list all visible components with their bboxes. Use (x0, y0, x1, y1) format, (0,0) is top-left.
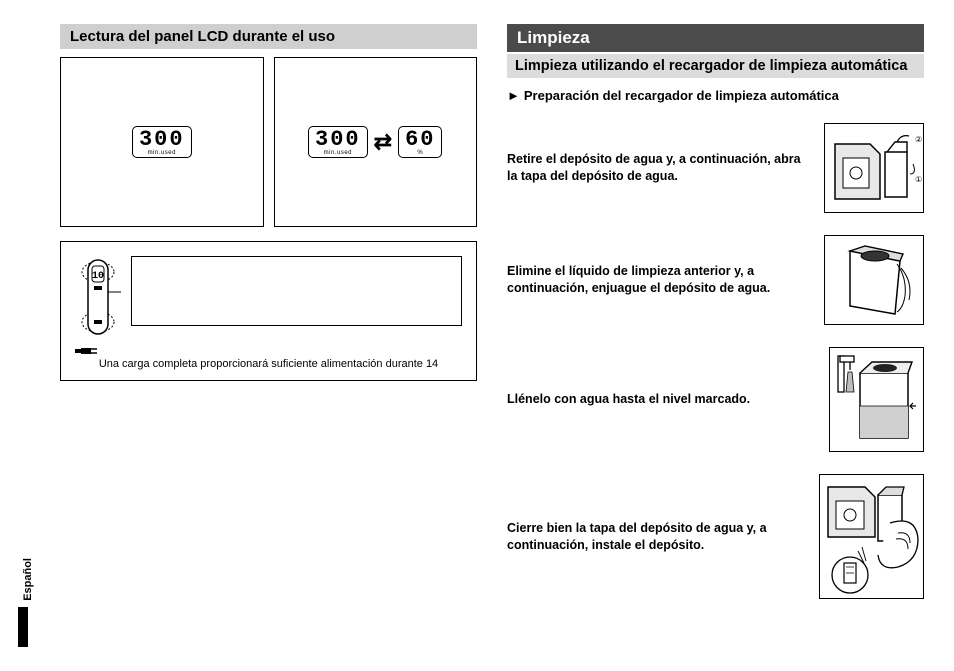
charge-caption: Una carga completa proporcionará suficie… (75, 358, 462, 370)
prep-text: Preparación del recargador de limpieza a… (524, 88, 839, 103)
prep-line: ► Preparación del recargador de limpieza … (507, 88, 924, 103)
lcd-display: 300 min.used (308, 126, 368, 158)
step-illustration-1: ② ① (824, 123, 924, 213)
step-illustration-4 (819, 474, 924, 599)
lcd-display: 60 % (398, 126, 442, 158)
shaver-icon: 10 (75, 256, 121, 340)
shaver-battery-value: 10 (92, 271, 104, 282)
step-row: Llénelo con agua hasta el nivel marcado. (507, 347, 924, 452)
lcd-panel-1: 300 min.used (60, 57, 264, 227)
right-column: Limpieza Limpieza utilizando el recargad… (507, 24, 924, 651)
step-row: Retire el depósito de agua y, a continua… (507, 123, 924, 213)
step-text: Elimine el líquido de limpieza anterior … (507, 263, 806, 297)
lcd-value: 300 (139, 129, 185, 151)
lcd-row: 300 min.used 300 min.used ⇄ 60 % (60, 57, 477, 227)
language-marker-bar (18, 607, 28, 647)
svg-text:①: ① (915, 175, 922, 184)
step-row: Elimine el líquido de limpieza anterior … (507, 235, 924, 325)
steps-list: Retire el depósito de agua y, a continua… (507, 123, 924, 599)
charge-inner-box (131, 256, 462, 326)
step-text: Llénelo con agua hasta el nivel marcado. (507, 391, 811, 408)
cleaning-heading: Limpieza (507, 24, 924, 52)
lcd-value: 300 (315, 129, 361, 151)
lcd-unit: % (417, 150, 423, 156)
left-column: Lectura del panel LCD durante el uso 300… (60, 24, 477, 651)
step-illustration-3 (829, 347, 924, 452)
svg-text:②: ② (915, 135, 922, 144)
language-tab: Español (22, 558, 34, 601)
lcd-section-heading: Lectura del panel LCD durante el uso (60, 24, 477, 49)
charge-panel: 10 Una carga completa proporcionará sufi… (60, 241, 477, 381)
lcd-value: 60 (405, 129, 435, 151)
swap-arrows-icon: ⇄ (374, 135, 392, 148)
right-arrow-icon: ► (507, 88, 520, 103)
plug-icon (75, 346, 462, 356)
lcd-unit: min.used (148, 150, 176, 156)
step-text: Cierre bien la tapa del depósito de agua… (507, 520, 801, 554)
step-row: Cierre bien la tapa del depósito de agua… (507, 474, 924, 599)
lcd-display: 300 min.used (132, 126, 192, 158)
step-illustration-2 (824, 235, 924, 325)
lcd-unit: min.used (324, 150, 352, 156)
cleaning-subheading: Limpieza utilizando el recargador de lim… (507, 54, 924, 78)
step-text: Retire el depósito de agua y, a continua… (507, 151, 806, 185)
lcd-panel-2: 300 min.used ⇄ 60 % (274, 57, 478, 227)
